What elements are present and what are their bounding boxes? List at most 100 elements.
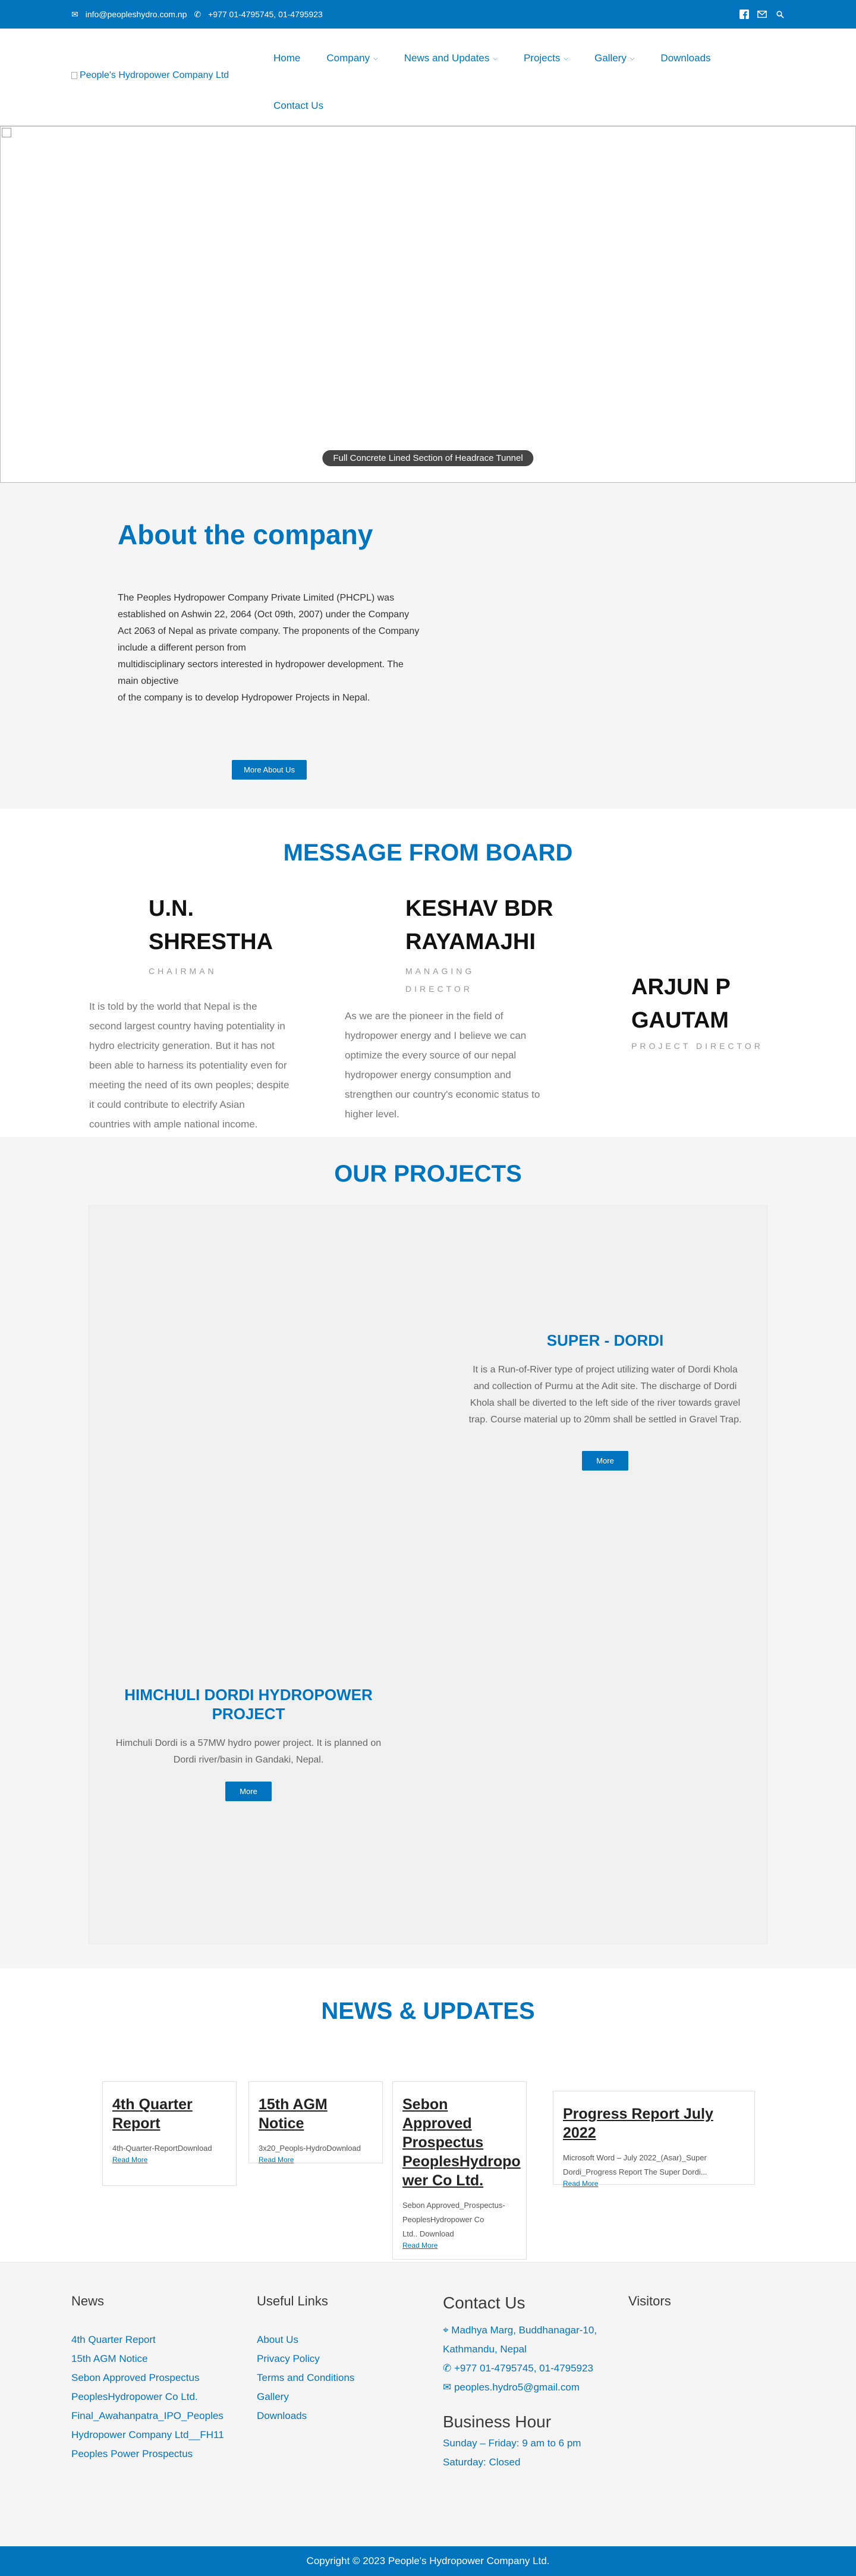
footer-news-column: News 4th Quarter Report 15th AGM Notice … — [71, 2294, 250, 2464]
nav-downloads[interactable]: Downloads — [660, 52, 710, 64]
top-phone[interactable]: +977 01-4795745, 01-4795923 — [208, 10, 323, 19]
news-card[interactable]: 4th Quarter Report 4th-Quarter-ReportDown… — [102, 2081, 237, 2186]
more-about-us-button[interactable]: More About Us — [232, 760, 307, 780]
nav-contact-us[interactable]: Contact Us — [273, 100, 323, 112]
footer-useful-links-column: Useful Links About Us Privacy Policy Ter… — [257, 2294, 423, 2426]
footer-news-link[interactable]: PeoplesHydropower Co Ltd. — [71, 2387, 250, 2407]
footer-useful-title: Useful Links — [257, 2294, 328, 2308]
nav-projects[interactable]: Projects ⌵ — [524, 52, 568, 64]
footer-useful-link[interactable]: About Us — [257, 2330, 423, 2349]
mail-icon[interactable] — [757, 10, 767, 19]
nav-news-updates[interactable]: News and Updates ⌵ — [404, 52, 498, 64]
footer-news-link[interactable]: 15th AGM Notice — [71, 2349, 250, 2368]
news-card-desc: 4th-Quarter-ReportDownload — [112, 2144, 212, 2153]
search-icon[interactable] — [775, 10, 785, 19]
footer-news-link[interactable]: Final_Awahanpatra_IPO_Peoples — [71, 2407, 250, 2426]
news-card[interactable]: Sebon Approved Prospectus PeoplesHydropo… — [392, 2081, 527, 2260]
footer-news-title: News — [71, 2294, 105, 2308]
member-role: CHAIRMAN — [149, 966, 217, 976]
news-section: NEWS & UPDATES 4th Quarter Report 4th-Qua… — [0, 1968, 856, 2262]
member-role: PROJECT DIRECTOR — [631, 1041, 763, 1051]
footer-visitors-title: Visitors — [628, 2294, 671, 2308]
top-bar: ✉ info@peopleshydro.com.np ✆ +977 01-479… — [0, 0, 856, 29]
about-text: The Peoples Hydropower Company Private L… — [118, 593, 420, 703]
footer-contact-column: Contact Us ⌖ Madhya Marg, Buddhanagar-10… — [443, 2294, 621, 2472]
broken-image-icon — [71, 72, 77, 79]
footer-news-link[interactable]: Peoples Power Prospectus — [71, 2445, 250, 2464]
news-card-title[interactable]: 15th AGM Notice — [259, 2095, 373, 2133]
news-card-title[interactable]: Progress Report July 2022 — [563, 2104, 745, 2143]
member-name: U.N. SHRESTHA — [149, 896, 273, 954]
footer-useful-link[interactable]: Privacy Policy — [257, 2349, 423, 2368]
footer-news-link[interactable]: 4th Quarter Report — [71, 2330, 250, 2349]
project-card: HIMCHULI DORDI HYDROPOWER PROJECT Himchul… — [112, 1685, 385, 1801]
read-more-link[interactable]: Read More — [563, 2179, 745, 2188]
chevron-down-icon: ⌵ — [630, 55, 635, 62]
footer-phone[interactable]: ✆ +977 01-4795745, 01-4795923 — [443, 2359, 621, 2378]
chevron-down-icon: ⌵ — [564, 55, 568, 62]
main-nav: Home Company ⌵ News and Updates ⌵ Projects… — [273, 46, 749, 118]
board-member: KESHAV BDR RAYAMAJHI MANAGING DIRECTOR As … — [345, 892, 559, 1124]
chevron-down-icon: ⌵ — [373, 55, 378, 62]
footer-contact-title: Contact Us — [443, 2294, 525, 2312]
hero-caption: Full Concrete Lined Section of Headrace … — [322, 450, 534, 466]
footer-news-link[interactable]: Hydropower Company Ltd__FH11 — [71, 2426, 250, 2445]
project-desc: It is a Run-of-River type of project uti… — [468, 1365, 742, 1425]
projects-panel: SUPER - DORDI It is a Run-of-River type … — [88, 1205, 768, 1944]
member-message: It is told by the world that Nepal is th… — [89, 1001, 289, 1130]
footer-address: ⌖ Madhya Marg, Buddhanagar-10, Kathmandu… — [443, 2324, 597, 2355]
broken-image-icon — [2, 128, 11, 137]
member-role: MANAGING DIRECTOR — [405, 966, 475, 994]
email-icon: ✉ — [71, 9, 78, 19]
project-more-button[interactable]: More — [225, 1782, 272, 1801]
phone-icon: ✆ — [194, 9, 202, 19]
news-card[interactable]: 15th AGM Notice 3x20_Peopls-HydroDownloa… — [248, 2081, 383, 2164]
board-title: MESSAGE FROM BOARD — [283, 840, 573, 866]
footer-visitors-column: Visitors — [628, 2294, 783, 2330]
copyright-bar: Copyright © 2023 People's Hydropower Com… — [0, 2546, 856, 2576]
read-more-link[interactable]: Read More — [402, 2241, 517, 2250]
footer-hours: Sunday – Friday: 9 am to 6 pm — [443, 2437, 581, 2449]
about-section: About the company The Peoples Hydropower… — [0, 483, 856, 809]
news-card-title[interactable]: Sebon Approved Prospectus PeoplesHydropo… — [402, 2095, 521, 2190]
read-more-link[interactable]: Read More — [112, 2156, 226, 2164]
board-member: ARJUN P GAUTAM PROJECT DIRECTOR — [631, 970, 786, 1055]
project-title: SUPER - DORDI — [546, 1331, 664, 1349]
footer-useful-link[interactable]: Terms and Conditions — [257, 2368, 423, 2387]
top-contact: ✉ info@peopleshydro.com.np ✆ +977 01-479… — [71, 10, 323, 20]
nav-company[interactable]: Company ⌵ — [326, 52, 377, 64]
projects-title: OUR PROJECTS — [334, 1161, 522, 1187]
board-member: U.N. SHRESTHA CHAIRMAN It is told by the … — [89, 892, 291, 1134]
footer-hours-title: Business Hour — [443, 2412, 552, 2431]
news-card-title[interactable]: 4th Quarter Report — [112, 2095, 226, 2133]
member-name: KESHAV BDR RAYAMAJHI — [405, 896, 553, 954]
read-more-link[interactable]: Read More — [259, 2156, 373, 2164]
project-desc: Himchuli Dordi is a 57MW hydro power pro… — [115, 1738, 382, 1765]
project-card: SUPER - DORDI It is a Run-of-River type … — [457, 1331, 754, 1471]
footer-spacer — [0, 2519, 856, 2546]
hero-slider[interactable]: Full Concrete Lined Section of Headrace … — [0, 126, 856, 483]
news-card[interactable]: Progress Report July 2022 Microsoft Word… — [553, 2091, 755, 2188]
chevron-down-icon: ⌵ — [493, 55, 498, 62]
about-title: About the company — [118, 519, 373, 550]
location-icon: ⌖ — [443, 2324, 452, 2336]
footer-useful-link[interactable]: Gallery — [257, 2387, 423, 2407]
site-logo[interactable]: People's Hydropower Company Ltd — [71, 70, 229, 81]
top-email[interactable]: info@peopleshydro.com.np — [86, 10, 187, 19]
site-header: People's Hydropower Company Ltd Home Com… — [0, 29, 856, 126]
site-footer: News 4th Quarter Report 15th AGM Notice … — [0, 2262, 856, 2519]
member-name: ARJUN P GAUTAM — [631, 975, 731, 1033]
nav-gallery[interactable]: Gallery ⌵ — [594, 52, 634, 64]
email-icon: ✉ — [443, 2382, 454, 2393]
footer-news-link[interactable]: Sebon Approved Prospectus — [71, 2368, 250, 2387]
footer-useful-link[interactable]: Downloads — [257, 2407, 423, 2426]
phone-icon: ✆ — [443, 2363, 454, 2374]
nav-home[interactable]: Home — [273, 52, 300, 64]
footer-email[interactable]: ✉ peoples.hydro5@gmail.com — [443, 2378, 621, 2397]
projects-section: OUR PROJECTS SUPER - DORDI It is a Run-o… — [0, 1137, 856, 1968]
facebook-icon[interactable] — [739, 10, 749, 19]
project-more-button[interactable]: More — [582, 1451, 628, 1471]
news-card-desc: Sebon Approved_Prospectus- PeoplesHydrop… — [402, 2201, 505, 2238]
news-card-desc: Microsoft Word – July 2022_(Asar)_Super … — [563, 2153, 707, 2176]
project-title: HIMCHULI DORDI HYDROPOWER PROJECT — [124, 1686, 373, 1723]
